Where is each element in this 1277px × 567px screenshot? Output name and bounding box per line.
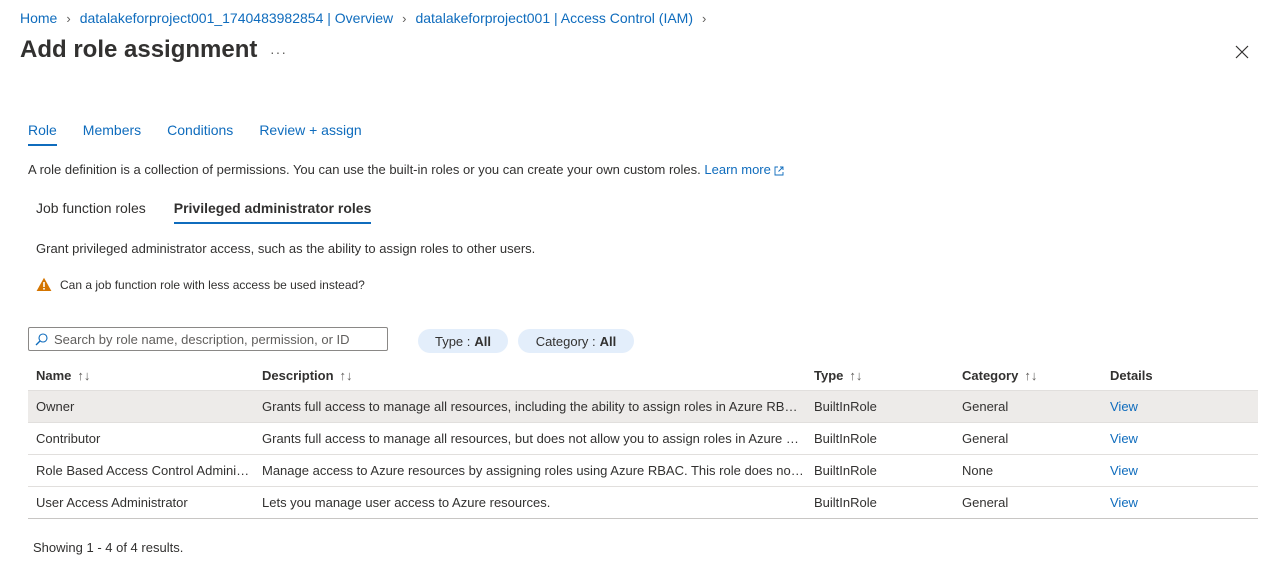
category-filter-pill[interactable]: Category : All	[518, 329, 634, 353]
role-type: BuiltInRole	[806, 390, 954, 423]
view-details-link[interactable]: View	[1110, 495, 1138, 510]
view-details-link[interactable]: View	[1110, 399, 1138, 414]
grant-description: Grant privileged administrator access, s…	[36, 241, 536, 256]
type-filter-pill[interactable]: Type : All	[418, 329, 508, 353]
breadcrumb-overview[interactable]: datalakeforproject001_1740483982854 | Ov…	[80, 10, 393, 26]
role-name: Contributor	[28, 422, 254, 455]
close-button[interactable]	[1232, 42, 1252, 62]
category-filter-label: Category :	[535, 333, 596, 349]
breadcrumb: Home › datalakeforproject001_17404839828…	[20, 10, 715, 26]
tab-role[interactable]: Role	[28, 122, 57, 146]
chevron-right-icon: ›	[702, 10, 707, 26]
warning-message: Can a job function role with less access…	[36, 277, 365, 292]
role-description-cell: Grants full access to manage all resourc…	[254, 422, 806, 455]
breadcrumb-access-control[interactable]: datalakeforproject001 | Access Control (…	[415, 10, 693, 26]
more-options-button[interactable]: ···	[270, 44, 287, 60]
close-icon	[1235, 45, 1249, 59]
search-input[interactable]	[54, 331, 374, 347]
role-name: User Access Administrator	[28, 486, 254, 519]
role-description-cell: Lets you manage user access to Azure res…	[254, 486, 806, 519]
role-type-tabs: Job function roles Privileged administra…	[36, 200, 399, 224]
column-header-description[interactable]: Description ↑↓	[254, 362, 806, 391]
external-link-icon	[774, 166, 784, 176]
column-header-category[interactable]: Category ↑↓	[954, 362, 1102, 391]
table-row[interactable]: Contributor Grants full access to manage…	[28, 422, 1258, 455]
type-filter-label: Type :	[434, 333, 471, 349]
roles-table: Name ↑↓ Description ↑↓ Type ↑↓ Category ↑↓ D…	[28, 362, 1258, 519]
breadcrumb-home[interactable]: Home	[20, 10, 57, 26]
role-category: General	[954, 422, 1102, 455]
tab-privileged-administrator-roles[interactable]: Privileged administrator roles	[173, 200, 372, 224]
warning-icon	[36, 277, 52, 291]
role-category: General	[954, 486, 1102, 519]
role-description-cell: Grants full access to manage all resourc…	[254, 390, 806, 423]
sort-icon[interactable]: ↑↓	[77, 368, 90, 383]
tab-review-assign[interactable]: Review + assign	[259, 122, 361, 146]
role-name: Role Based Access Control Administ...	[28, 454, 254, 487]
role-category: None	[954, 454, 1102, 487]
type-filter-value: All	[474, 333, 492, 349]
search-icon	[35, 332, 48, 345]
learn-more-link[interactable]: Learn more	[704, 162, 784, 177]
role-description-cell: Manage access to Azure resources by assi…	[254, 454, 806, 487]
role-type: BuiltInRole	[806, 486, 954, 519]
tab-conditions[interactable]: Conditions	[167, 122, 233, 146]
column-header-name[interactable]: Name ↑↓	[28, 362, 254, 391]
role-type: BuiltInRole	[806, 454, 954, 487]
sort-icon[interactable]: ↑↓	[849, 368, 862, 383]
sort-icon[interactable]: ↑↓	[1024, 368, 1037, 383]
table-row[interactable]: User Access Administrator Lets you manag…	[28, 486, 1258, 519]
category-filter-value: All	[599, 333, 617, 349]
tab-members[interactable]: Members	[83, 122, 141, 146]
role-category: General	[954, 390, 1102, 423]
role-description: A role definition is a collection of per…	[28, 162, 784, 177]
table-row[interactable]: Owner Grants full access to manage all r…	[28, 390, 1258, 423]
table-row[interactable]: Role Based Access Control Administ... Ma…	[28, 454, 1258, 487]
table-header-row: Name ↑↓ Description ↑↓ Type ↑↓ Category ↑↓ D…	[28, 362, 1258, 391]
page-title: Add role assignment	[20, 36, 258, 63]
tab-job-function-roles[interactable]: Job function roles	[36, 200, 146, 224]
view-details-link[interactable]: View	[1110, 431, 1138, 446]
wizard-tabs: Role Members Conditions Review + assign	[28, 122, 388, 146]
role-type: BuiltInRole	[806, 422, 954, 455]
search-box	[28, 327, 388, 351]
view-details-link[interactable]: View	[1110, 463, 1138, 478]
warning-text: Can a job function role with less access…	[60, 277, 365, 292]
role-description-text: A role definition is a collection of per…	[28, 162, 701, 177]
column-header-details: Details	[1102, 362, 1258, 391]
results-count: Showing 1 - 4 of 4 results.	[33, 540, 184, 555]
column-header-type[interactable]: Type ↑↓	[806, 362, 954, 391]
sort-icon[interactable]: ↑↓	[340, 368, 353, 383]
chevron-right-icon: ›	[402, 10, 407, 26]
role-name: Owner	[28, 390, 254, 423]
chevron-right-icon: ›	[66, 10, 71, 26]
